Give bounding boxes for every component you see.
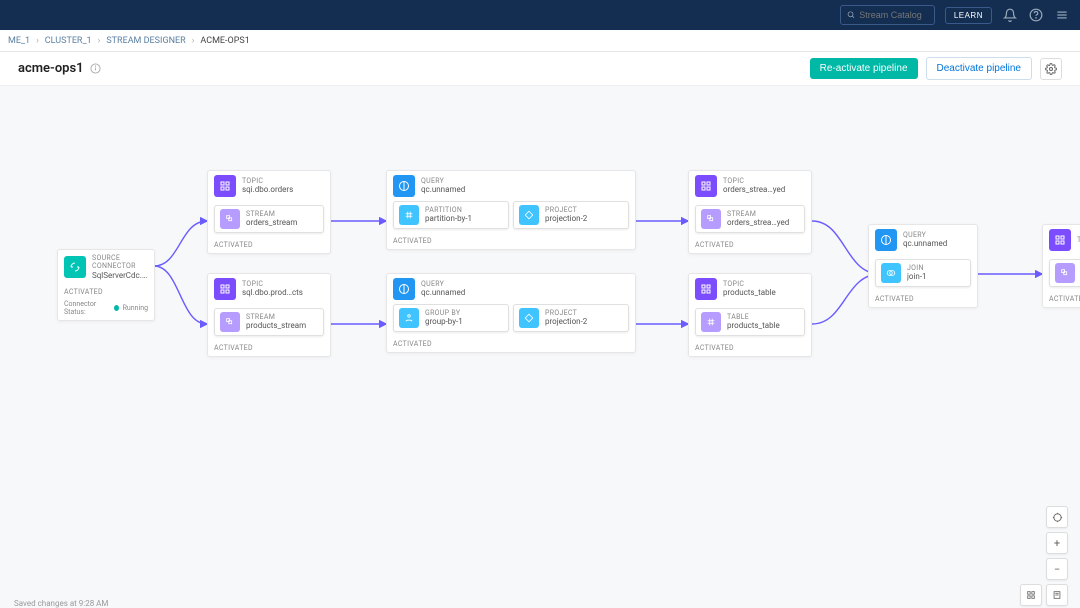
learn-button[interactable]: LEARN bbox=[945, 7, 992, 24]
node-query-partition[interactable]: QUERY qc.unnamed PARTITION partition-by-… bbox=[386, 170, 636, 250]
node-query-join[interactable]: QUERY qc.unnamed JOIN join-1 ACTIVATED bbox=[868, 224, 978, 308]
stream-icon bbox=[701, 209, 721, 229]
source-connector-icon bbox=[64, 256, 86, 278]
menu-icon[interactable] bbox=[1054, 7, 1070, 23]
topic-icon bbox=[695, 175, 717, 197]
project-icon bbox=[519, 205, 539, 225]
stream-icon bbox=[220, 209, 240, 229]
topic-icon bbox=[695, 278, 717, 300]
crumb-1[interactable]: CLUSTER_1 bbox=[45, 36, 92, 46]
breadcrumb: ME_1› CLUSTER_1› STREAM DESIGNER› ACME-O… bbox=[0, 30, 1080, 52]
page-header: acme-ops1 Re-activate pipeline Deactivat… bbox=[0, 52, 1080, 86]
pill-project-2[interactable]: PROJECT projection-2 bbox=[513, 304, 629, 332]
pill-stream-orders[interactable]: STREAM orders_stream bbox=[214, 205, 324, 233]
pill-partial[interactable] bbox=[1049, 259, 1080, 287]
zoom-controls: + − bbox=[1046, 506, 1068, 580]
page-title: acme-ops1 bbox=[18, 61, 101, 76]
pill-stream-products[interactable]: STREAM products_stream bbox=[214, 308, 324, 336]
zoom-in-button[interactable]: + bbox=[1046, 532, 1068, 554]
deactivate-button[interactable]: Deactivate pipeline bbox=[926, 57, 1033, 80]
pill-table-products[interactable]: TABLE products_table bbox=[695, 308, 805, 336]
stream-icon bbox=[1055, 263, 1075, 283]
node-topic-orders[interactable]: TOPIC sqi.dbo.orders STREAM orders_strea… bbox=[207, 170, 331, 254]
topic-icon bbox=[214, 175, 236, 197]
query-icon bbox=[875, 229, 897, 251]
stream-icon bbox=[220, 312, 240, 332]
crumb-0[interactable]: ME_1 bbox=[8, 36, 30, 46]
crumb-2[interactable]: STREAM DESIGNER bbox=[106, 36, 185, 46]
settings-button[interactable] bbox=[1040, 58, 1062, 80]
crumb-3: ACME-OPS1 bbox=[200, 36, 249, 46]
pill-join[interactable]: JOIN join-1 bbox=[875, 259, 971, 287]
join-icon bbox=[881, 263, 901, 283]
node-topic-orders-keyed[interactable]: TOPIC orders_strea…yed STREAM orders_str… bbox=[688, 170, 812, 254]
query-icon bbox=[393, 278, 415, 300]
partition-icon bbox=[399, 205, 419, 225]
help-icon[interactable] bbox=[1028, 7, 1044, 23]
reactivate-button[interactable]: Re-activate pipeline bbox=[810, 58, 918, 79]
locate-button[interactable] bbox=[1046, 506, 1068, 528]
grid-view-button[interactable] bbox=[1020, 584, 1042, 606]
save-status: Saved changes at 9:28 AM bbox=[14, 599, 108, 608]
node-topic-products-table[interactable]: TOPIC products_table TABLE products_tabl… bbox=[688, 273, 812, 357]
pipeline-canvas[interactable]: SOURCE CONNECTOR SqlServerCdc...r_0 ACTI… bbox=[0, 86, 1080, 608]
topic-icon bbox=[1049, 229, 1071, 251]
node-partial-topic[interactable]: T ACTIVATE bbox=[1042, 224, 1080, 308]
project-icon bbox=[519, 308, 539, 328]
node-topic-products[interactable]: TOPIC sql.dbo.prod…cts STREAM products_s… bbox=[207, 273, 331, 357]
search-icon bbox=[847, 10, 855, 20]
topic-icon bbox=[214, 278, 236, 300]
pill-groupby[interactable]: GROUP BY group-by-1 bbox=[393, 304, 509, 332]
node-source-connector[interactable]: SOURCE CONNECTOR SqlServerCdc...r_0 ACTI… bbox=[57, 249, 155, 321]
pill-partition[interactable]: PARTITION partition-by-1 bbox=[393, 201, 509, 229]
list-view-button[interactable] bbox=[1046, 584, 1068, 606]
search-box[interactable] bbox=[840, 5, 935, 25]
info-icon[interactable] bbox=[90, 63, 101, 74]
pill-stream-orders-keyed[interactable]: STREAM orders_strea…yed bbox=[695, 205, 805, 233]
groupby-icon bbox=[399, 308, 419, 328]
connector-status-row: Connector Status: Running bbox=[58, 300, 154, 320]
zoom-out-button[interactable]: − bbox=[1046, 558, 1068, 580]
gear-icon bbox=[1045, 63, 1057, 75]
notifications-icon[interactable] bbox=[1002, 7, 1018, 23]
query-icon bbox=[393, 175, 415, 197]
header-actions: Re-activate pipeline Deactivate pipeline bbox=[810, 57, 1062, 80]
table-icon bbox=[701, 312, 721, 332]
node-query-groupby[interactable]: QUERY qc.unnamed GROUP BY group-by-1 PR bbox=[386, 273, 636, 353]
search-input[interactable] bbox=[859, 10, 928, 20]
status-dot-icon bbox=[114, 305, 119, 311]
pill-project-1[interactable]: PROJECT projection-2 bbox=[513, 201, 629, 229]
top-nav: LEARN bbox=[0, 0, 1080, 30]
view-controls bbox=[1020, 584, 1068, 606]
